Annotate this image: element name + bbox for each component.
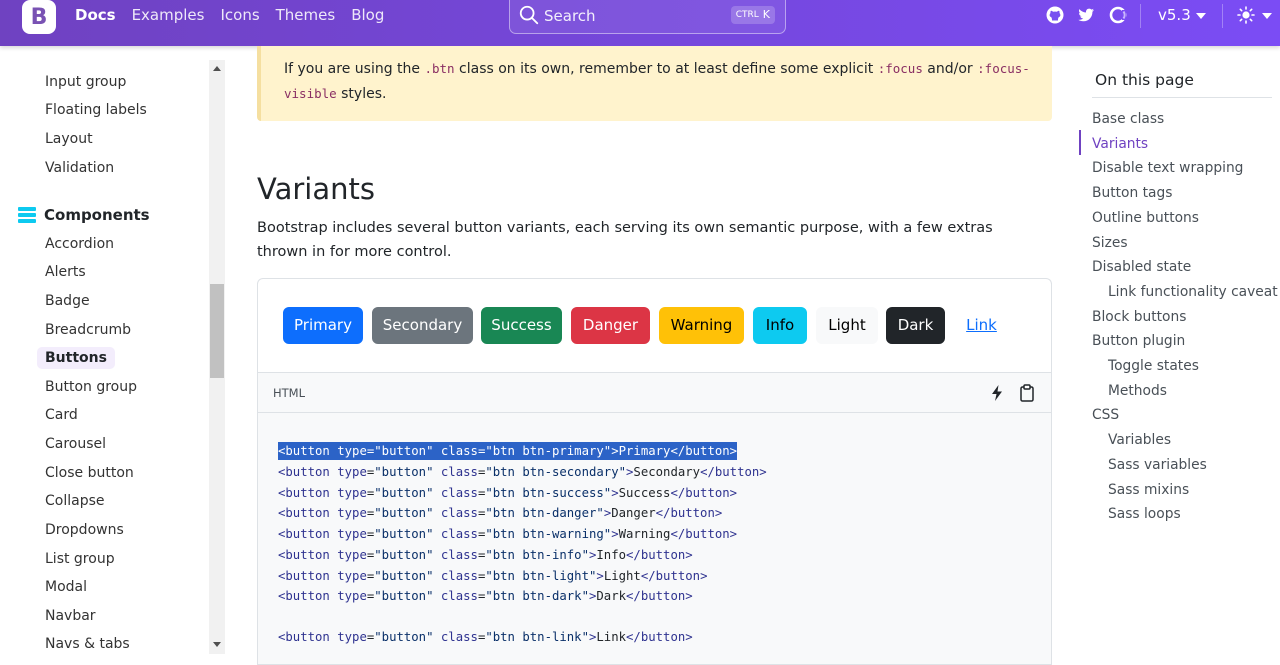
sidebar-scrollbar-thumb[interactable]: [210, 284, 224, 378]
btn-success-button[interactable]: Success: [481, 307, 562, 344]
nav-link-icons[interactable]: Icons: [220, 6, 259, 24]
toc-item-variants[interactable]: Variants: [1092, 136, 1148, 152]
code-line[interactable]: <button type="button" class="btn btn-lig…: [278, 567, 707, 585]
btn-danger-button[interactable]: Danger: [571, 307, 650, 344]
toc-item-sass-variables[interactable]: Sass variables: [1108, 457, 1207, 473]
code-line[interactable]: <button type="button" class="btn btn-dar…: [278, 587, 693, 605]
btn-primary-button[interactable]: Primary: [283, 307, 363, 344]
btn-light-button[interactable]: Light: [816, 307, 878, 344]
sidebar-item-close-button[interactable]: Close button: [45, 465, 134, 481]
btn-link-button[interactable]: Link: [954, 307, 1009, 344]
navbar-divider: [1222, 4, 1223, 28]
toc-item-sass-mixins[interactable]: Sass mixins: [1108, 482, 1189, 498]
code-line[interactable]: <button type="button" class="btn btn-suc…: [278, 484, 737, 502]
sidebar-item-collapse[interactable]: Collapse: [45, 493, 105, 509]
btn-warning-button[interactable]: Warning: [659, 307, 744, 344]
docs-sidebar: Input group Floating labels Layout Valid…: [0, 46, 225, 665]
code-line[interactable]: <button type="button" class="btn btn-pri…: [278, 442, 738, 460]
sidebar-item-navs-tabs[interactable]: Navs & tabs: [45, 636, 130, 652]
github-icon[interactable]: [1045, 5, 1065, 25]
toc-item-sizes[interactable]: Sizes: [1092, 235, 1128, 251]
sidebar-item-alerts[interactable]: Alerts: [45, 264, 86, 280]
toc-item-sass-loops[interactable]: Sass loops: [1108, 506, 1181, 522]
toc-item-button-plugin[interactable]: Button plugin: [1092, 333, 1185, 349]
btn-info-button[interactable]: Info: [753, 307, 807, 344]
sidebar-item-floating-labels[interactable]: Floating labels: [45, 102, 147, 118]
sidebar-item-badge[interactable]: Badge: [45, 293, 90, 309]
search-shortcut: CTRL K: [730, 6, 775, 24]
code-line[interactable]: <button type="button" class="btn btn-lin…: [278, 628, 693, 646]
toc-item-disabled-state[interactable]: Disabled state: [1092, 259, 1191, 275]
code-line[interactable]: <button type="button" class="btn btn-sec…: [278, 463, 767, 481]
nav-link-blog[interactable]: Blog: [351, 6, 384, 24]
toc-item-base-class[interactable]: Base class: [1092, 111, 1164, 127]
lightning-icon[interactable]: [987, 383, 1007, 403]
sidebar-item-button-group[interactable]: Button group: [45, 379, 137, 395]
sidebar-item-carousel[interactable]: Carousel: [45, 436, 106, 452]
clipboard-icon[interactable]: [1017, 383, 1037, 403]
components-icon: [18, 207, 36, 223]
sidebar-item-layout[interactable]: Layout: [45, 131, 93, 147]
toc-divider: [1092, 97, 1272, 98]
sidebar-item-modal[interactable]: Modal: [45, 579, 87, 595]
toc-item-methods[interactable]: Methods: [1108, 383, 1167, 399]
callout-text: If you are using the .btn class on its o…: [284, 61, 1030, 102]
opencollective-icon[interactable]: [1108, 5, 1128, 25]
nav-link-themes[interactable]: Themes: [276, 6, 336, 24]
sidebar-item-validation[interactable]: Validation: [45, 160, 114, 176]
toc-item-toggle-states[interactable]: Toggle states: [1108, 358, 1199, 374]
sidebar-item-navbar[interactable]: Navbar: [45, 608, 96, 624]
nav-link-docs[interactable]: Docs: [75, 6, 116, 24]
btn-dark-button[interactable]: Dark: [886, 307, 945, 344]
sidebar-group-label: Components: [44, 206, 150, 224]
section-heading: Variants: [257, 172, 375, 206]
search-icon: [519, 5, 539, 25]
toc-item-button-tags[interactable]: Button tags: [1092, 185, 1172, 201]
sidebar-item-accordion[interactable]: Accordion: [45, 236, 114, 252]
btn-secondary-button[interactable]: Secondary: [372, 307, 473, 344]
toc-item-css[interactable]: CSS: [1092, 407, 1119, 423]
navbar-divider: [1140, 4, 1141, 28]
section-description: Bootstrap includes several button varian…: [257, 220, 993, 260]
top-navbar: B Docs Examples Icons Themes Blog Search…: [0, 0, 1280, 46]
main-nav: Docs Examples Icons Themes Blog: [75, 6, 384, 24]
toc-item-block-buttons[interactable]: Block buttons: [1092, 309, 1186, 325]
toc-title: On this page: [1095, 71, 1194, 89]
warning-callout: If you are using the .btn class on its o…: [257, 46, 1052, 121]
sidebar-item-input-group[interactable]: Input group: [45, 74, 126, 90]
toc-item-variables[interactable]: Variables: [1108, 432, 1171, 448]
version-dropdown[interactable]: v5.3: [1158, 6, 1191, 24]
nav-link-examples[interactable]: Examples: [132, 6, 205, 24]
code-header: HTML: [257, 372, 1052, 413]
search-placeholder: Search: [544, 7, 596, 25]
scroll-down-icon[interactable]: [213, 642, 221, 647]
sidebar-group-components[interactable]: Components: [18, 206, 150, 224]
toc-active-indicator: [1079, 130, 1081, 155]
code-language-label: HTML: [273, 386, 306, 400]
sidebar-item-dropdowns[interactable]: Dropdowns: [45, 522, 124, 538]
toc-item-disable-text-wrapping[interactable]: Disable text wrapping: [1092, 160, 1243, 176]
chevron-down-icon: [1196, 13, 1206, 19]
search-button[interactable]: Search CTRL K: [509, 0, 786, 34]
chevron-down-icon: [1262, 13, 1272, 19]
code-line[interactable]: <button type="button" class="btn btn-dan…: [278, 504, 722, 522]
code-line[interactable]: <button type="button" class="btn btn-war…: [278, 525, 737, 543]
sidebar-item-breadcrumb[interactable]: Breadcrumb: [45, 322, 131, 338]
twitter-icon[interactable]: [1076, 5, 1096, 25]
code-line[interactable]: <button type="button" class="btn btn-inf…: [278, 546, 693, 564]
bootstrap-logo[interactable]: B: [22, 0, 56, 34]
scroll-up-icon[interactable]: [213, 66, 221, 71]
sun-icon[interactable]: [1236, 5, 1256, 25]
toc-item-link-functionality-caveat[interactable]: Link functionality caveat: [1108, 284, 1278, 300]
toc-item-outline-buttons[interactable]: Outline buttons: [1092, 210, 1199, 226]
sidebar-item-card[interactable]: Card: [45, 407, 78, 423]
sidebar-item-list-group[interactable]: List group: [45, 551, 115, 567]
sidebar-item-buttons[interactable]: Buttons: [37, 347, 115, 369]
code-snippet[interactable]: <button type="button" class="btn btn-pri…: [257, 413, 1052, 665]
